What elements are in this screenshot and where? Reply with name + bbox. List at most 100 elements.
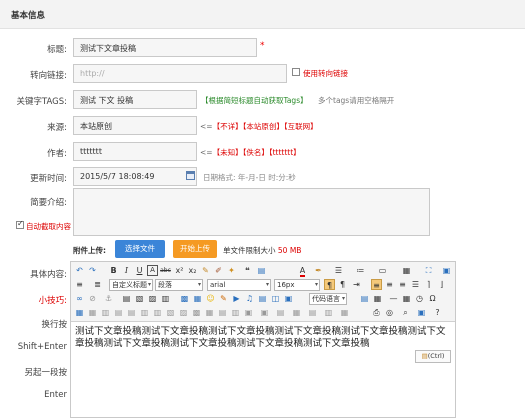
split-rows-icon[interactable]: ▤ xyxy=(217,307,228,318)
delete-col-icon[interactable]: ▥ xyxy=(152,307,163,318)
plain-text-icon[interactable]: ▤ xyxy=(256,265,267,276)
image-float-left-icon[interactable]: ▧ xyxy=(134,293,145,304)
undo-icon[interactable]: ↶ xyxy=(74,265,85,276)
start-upload-button[interactable]: 开始上传 xyxy=(173,240,217,258)
image-float-none-icon[interactable]: ▤ xyxy=(121,293,132,304)
subscript-icon[interactable]: x₂ xyxy=(187,265,198,276)
editor-content[interactable]: 测试下文章投稿测试下文章投稿测试下文章投稿测试下文章投稿测试下文章投稿测试下文章… xyxy=(75,326,451,350)
cell-props-icon[interactable]: ▣ xyxy=(259,307,270,318)
page-break-icon[interactable]: ▤ xyxy=(359,293,370,304)
align-left-icon[interactable]: ≡ xyxy=(371,279,382,290)
font-border-icon[interactable]: A xyxy=(147,265,158,276)
link-icon[interactable]: ∞ xyxy=(74,293,85,304)
tags-input[interactable]: 测试 下文 投稿 xyxy=(73,90,197,109)
cell-align-icon[interactable]: ▤ xyxy=(275,307,286,318)
special-char-icon[interactable]: Ω xyxy=(427,293,438,304)
paste-options-button[interactable]: ▤(Ctrl) xyxy=(415,350,451,363)
table-insert-icon[interactable]: ▦ xyxy=(74,307,85,318)
underline-icon[interactable]: U xyxy=(134,265,145,276)
author-input[interactable]: ttttttt xyxy=(73,142,197,161)
ltr-icon[interactable]: ¶ xyxy=(324,279,335,290)
redo-icon[interactable]: ↷ xyxy=(87,265,98,276)
upper-case-icon[interactable]: ⌉ xyxy=(423,279,434,290)
background-color-icon[interactable]: ✒ xyxy=(313,265,324,276)
strikethrough-icon[interactable]: abc xyxy=(160,265,171,276)
align-center-icon[interactable]: ≡ xyxy=(384,279,395,290)
chart-icon[interactable]: ▦ xyxy=(291,307,302,318)
row-spacing-top-icon[interactable]: ≡ xyxy=(74,279,85,290)
insert-time-icon[interactable]: ◷ xyxy=(414,293,425,304)
insert-video-icon[interactable]: ▶ xyxy=(231,293,242,304)
ordered-list-icon[interactable]: ☰ xyxy=(333,265,344,276)
preview-icon[interactable]: ◎ xyxy=(384,307,395,318)
table-delete-icon[interactable]: ▦ xyxy=(87,307,98,318)
merge-down-icon[interactable]: ▩ xyxy=(191,307,202,318)
custom-title-select[interactable]: 自定义标题 xyxy=(109,279,153,291)
split-cols-icon[interactable]: ▥ xyxy=(230,307,241,318)
delete-row-icon[interactable]: ▤ xyxy=(126,307,137,318)
author-option-anonymous[interactable]: 【佚名】 xyxy=(243,148,269,157)
sort-icon[interactable]: ▤ xyxy=(307,307,318,318)
help-icon[interactable]: ? xyxy=(432,307,443,318)
unlink-icon[interactable]: ⊘ xyxy=(87,293,98,304)
bold-icon[interactable]: B xyxy=(108,265,119,276)
redirect-checkbox[interactable] xyxy=(292,68,300,76)
map-icon[interactable]: ◫ xyxy=(270,293,281,304)
tags-auto-link[interactable]: 【根据简短标题自动获取Tags】 xyxy=(201,96,308,105)
title-input[interactable]: 测试下文章投稿 xyxy=(73,38,257,57)
draft-icon[interactable]: ▣ xyxy=(416,307,427,318)
select-file-button[interactable]: 选择文件 xyxy=(115,240,165,258)
unordered-list-icon[interactable]: ≔ xyxy=(355,265,366,276)
template-icon[interactable]: ▦ xyxy=(372,293,383,304)
update-time-input[interactable]: 2015/5/7 18:08:49 xyxy=(73,167,197,186)
blockquote-icon[interactable]: ❝ xyxy=(242,265,253,276)
attachment-icon[interactable]: ▤ xyxy=(257,293,268,304)
horizontal-rule-icon[interactable]: — xyxy=(388,293,399,304)
paragraph-select[interactable]: 段落 xyxy=(155,279,203,291)
print-dim-icon[interactable]: ▦ xyxy=(339,307,350,318)
border-icon[interactable]: ▥ xyxy=(323,307,334,318)
align-justify-icon[interactable]: ☰ xyxy=(410,279,421,290)
insert-frame-icon[interactable]: ▣ xyxy=(283,293,294,304)
search-replace-icon[interactable]: ⌕ xyxy=(400,307,411,318)
insert-image-icon[interactable]: ▩ xyxy=(179,293,190,304)
source-option-internet[interactable]: 【互联网】 xyxy=(284,122,318,131)
split-cells-icon[interactable]: ▦ xyxy=(204,307,215,318)
source-option-unknown[interactable]: 【不详】 xyxy=(213,122,243,131)
print-icon[interactable]: ⎙ xyxy=(371,307,382,318)
line-height-icon[interactable]: ≣ xyxy=(92,279,103,290)
fullscreen-icon[interactable]: ⛶ xyxy=(423,265,434,276)
calendar-icon[interactable] xyxy=(186,171,195,180)
auto-format-icon[interactable]: ✦ xyxy=(226,265,237,276)
author-option-user[interactable]: 【ttttttt】 xyxy=(269,148,301,157)
emotion-icon[interactable]: ☺ xyxy=(205,293,216,304)
font-size-select[interactable]: 16px xyxy=(274,279,320,291)
clear-format-icon[interactable]: ✎ xyxy=(200,265,211,276)
italic-icon[interactable]: I xyxy=(121,265,132,276)
lower-case-icon[interactable]: ⌋ xyxy=(436,279,447,290)
insert-date-icon[interactable]: ▦ xyxy=(401,293,412,304)
rtl-icon[interactable]: ¶ xyxy=(337,279,348,290)
music-icon[interactable]: ♫ xyxy=(244,293,255,304)
table-props-icon[interactable]: ▣ xyxy=(243,307,254,318)
superscript-icon[interactable]: x² xyxy=(174,265,185,276)
merge-right-icon[interactable]: ▨ xyxy=(178,307,189,318)
author-option-unknown[interactable]: 【未知】 xyxy=(213,148,243,157)
auto-extract-checkbox[interactable] xyxy=(16,219,24,229)
source-code-icon[interactable]: ▣ xyxy=(441,265,452,276)
source-option-original[interactable]: 【本站原创】 xyxy=(243,122,284,131)
font-family-select[interactable]: arial xyxy=(207,279,271,291)
code-language-select[interactable]: 代码语言 xyxy=(309,293,347,305)
merge-cells-icon[interactable]: ▧ xyxy=(165,307,176,318)
image-center-icon[interactable]: ▥ xyxy=(160,293,171,304)
scrawl-icon[interactable]: ✎ xyxy=(218,293,229,304)
insert-table-icon[interactable]: ▦ xyxy=(401,265,412,276)
insert-paragraph-before-table-icon[interactable]: ▥ xyxy=(100,307,111,318)
source-input[interactable]: 本站原创 xyxy=(73,116,197,135)
insert-row-icon[interactable]: ▤ xyxy=(113,307,124,318)
indent-icon[interactable]: ⇥ xyxy=(351,279,362,290)
format-painter-icon[interactable]: ✐ xyxy=(213,265,224,276)
summary-textarea[interactable] xyxy=(73,188,430,236)
image-float-right-icon[interactable]: ▨ xyxy=(147,293,158,304)
insert-col-icon[interactable]: ▥ xyxy=(139,307,150,318)
